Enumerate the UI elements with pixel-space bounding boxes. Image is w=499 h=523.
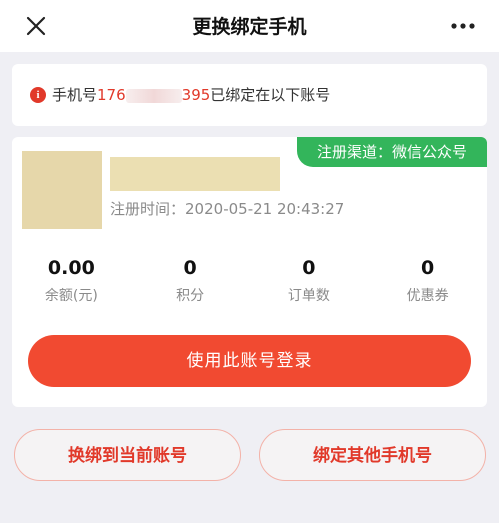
notice-prefix: 手机号 xyxy=(52,86,98,104)
login-with-account-button[interactable]: 使用此账号登录 xyxy=(28,335,471,387)
stat-label: 优惠券 xyxy=(406,288,449,304)
stat-label: 积分 xyxy=(176,288,205,304)
registration-time: 注册时间：2020-05-21 20:43:27 xyxy=(110,198,344,219)
registration-time-label: 注册时间： xyxy=(110,200,186,218)
stat-label: 订单数 xyxy=(287,288,330,304)
stat-coupons: 0 优惠券 xyxy=(368,255,487,311)
avatar xyxy=(22,151,102,229)
bind-other-phone-button[interactable]: 绑定其他手机号 xyxy=(259,429,486,481)
registration-time-value: 2020-05-21 20:43:27 xyxy=(185,200,345,218)
account-name-redacted xyxy=(110,157,280,191)
rebind-current-account-button[interactable]: 换绑到当前账号 xyxy=(14,429,241,481)
stat-orders: 0 订单数 xyxy=(250,255,369,311)
page-title: 更换绑定手机 xyxy=(192,16,307,38)
phone-number-end: 395 xyxy=(181,86,211,104)
bound-phone-notice: i 手机号176 395已绑定在以下账号 xyxy=(12,64,487,126)
info-icon: i xyxy=(30,87,46,103)
stat-label: 余额(元) xyxy=(44,288,98,304)
notice-suffix: 已绑定在以下账号 xyxy=(210,86,331,104)
more-icon[interactable] xyxy=(449,16,477,36)
notice-message: 手机号176 395已绑定在以下账号 xyxy=(52,84,330,105)
account-stats: 0.00 余额(元) 0 积分 0 订单数 0 优惠券 xyxy=(12,255,487,311)
account-card: 注册渠道：微信公众号 注册时间：2020-05-21 20:43:27 0.00… xyxy=(12,137,487,407)
navigation-bar: 更换绑定手机 xyxy=(0,0,499,52)
stat-balance: 0.00 余额(元) xyxy=(12,255,131,311)
stat-points: 0 积分 xyxy=(131,255,250,311)
phone-number-start: 176 xyxy=(97,86,126,104)
stat-value: 0.00 xyxy=(47,257,95,279)
phone-mask xyxy=(125,88,182,103)
stat-value: 0 xyxy=(302,257,316,279)
stat-value: 0 xyxy=(183,257,197,279)
stat-value: 0 xyxy=(421,257,435,279)
channel-badge: 注册渠道：微信公众号 xyxy=(297,137,487,167)
